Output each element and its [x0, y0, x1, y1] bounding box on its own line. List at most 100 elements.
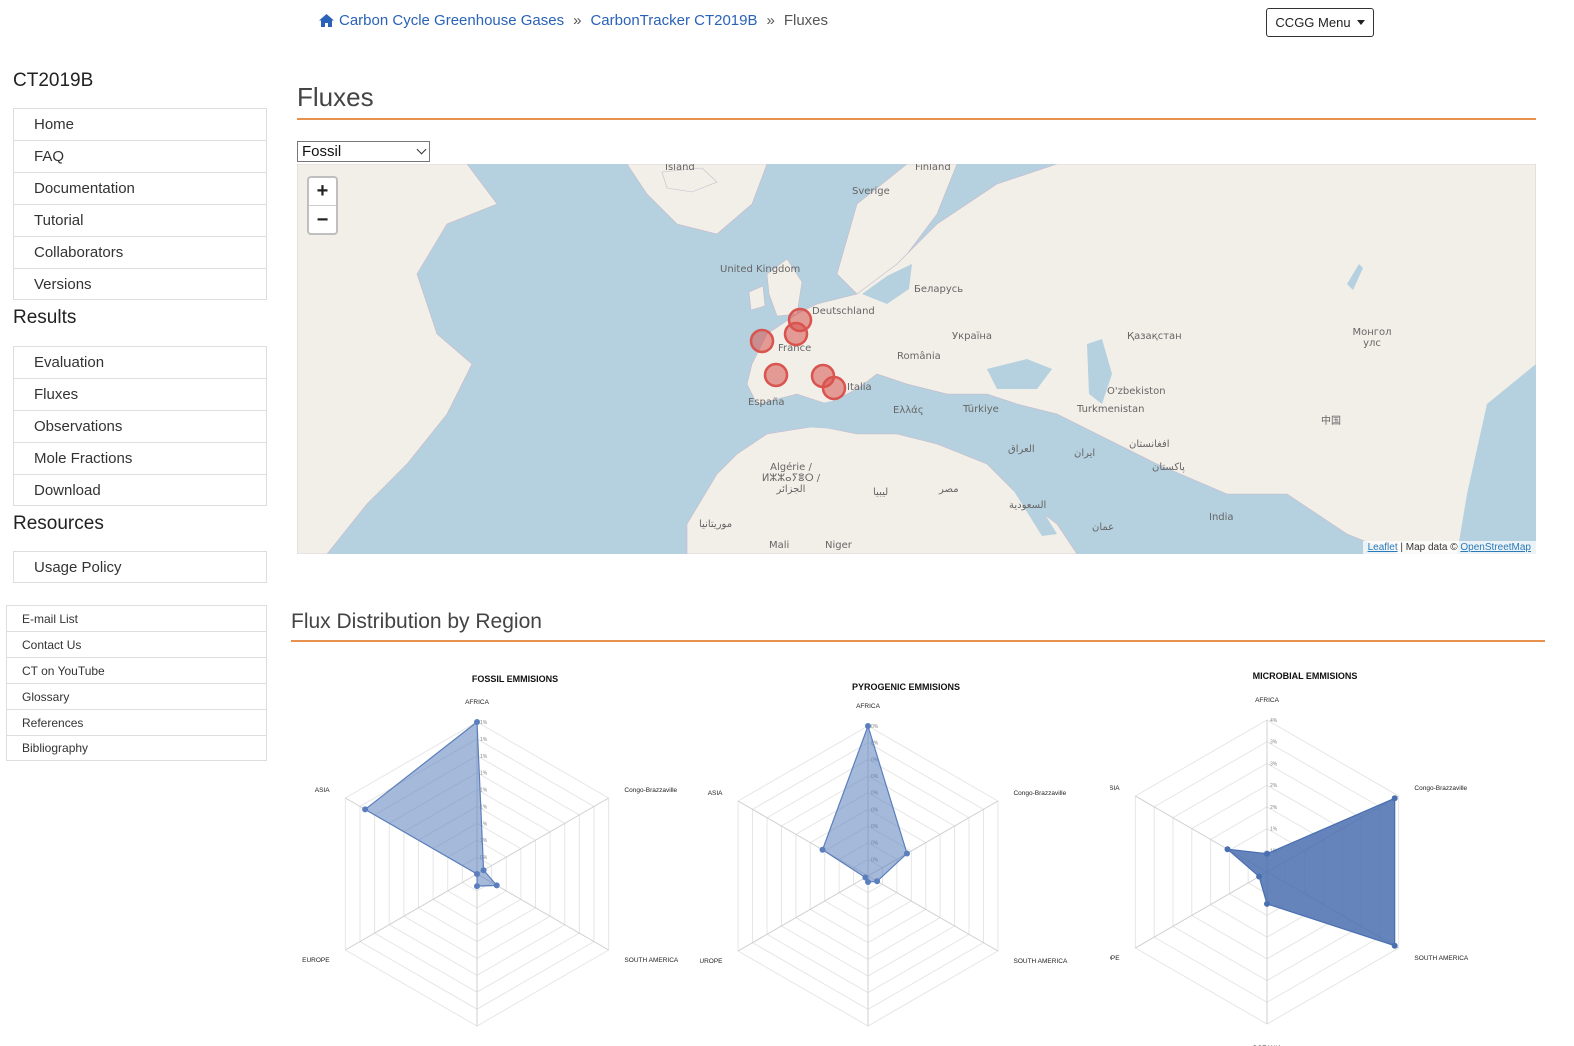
link-email-list[interactable]: E-mail List — [6, 605, 267, 631]
radar-category-label: ASIA — [1110, 785, 1120, 792]
sidebar-item-faq[interactable]: FAQ — [13, 140, 267, 172]
radar-title: MICROBIAL EMMISIONS — [1253, 671, 1358, 681]
results-heading: Results — [13, 307, 77, 328]
radar-point[interactable] — [1391, 795, 1398, 802]
zoom-in-button[interactable]: + — [309, 178, 336, 206]
link-references[interactable]: References — [6, 709, 267, 735]
radar-point[interactable] — [474, 719, 480, 725]
radar-point[interactable] — [474, 871, 480, 877]
sidebar-item-observations[interactable]: Observations — [13, 410, 267, 442]
radar-point[interactable] — [865, 723, 871, 729]
radar-title: PYROGENIC EMMISIONS — [852, 682, 960, 692]
sidebar-item-usage-policy[interactable]: Usage Policy — [13, 551, 267, 583]
radar-title: FOSSIL EMMISIONS — [472, 674, 558, 684]
radar-point[interactable] — [1264, 850, 1270, 857]
radar-tick-label: 3% — [1270, 761, 1278, 767]
radar-spoke — [867, 875, 999, 952]
sidebar-item-mole-fractions[interactable]: Mole Fractions — [13, 442, 267, 474]
caret-down-icon — [1356, 20, 1365, 25]
radar-category-label: SOUTH AMERICA — [1013, 958, 1067, 965]
link-bibliography[interactable]: Bibliography — [6, 735, 267, 761]
map-marker[interactable] — [749, 328, 775, 354]
map-marker[interactable] — [821, 375, 847, 401]
sidebar-item-fluxes[interactable]: Fluxes — [13, 378, 267, 410]
breadcrumb-separator: » — [573, 12, 582, 29]
resources-heading: Resources — [13, 513, 104, 534]
link-ct-youtube[interactable]: CT on YouTube — [6, 657, 267, 683]
radar-tick-label: 4% — [1270, 718, 1278, 724]
link-glossary[interactable]: Glossary — [6, 683, 267, 709]
link-contact-us[interactable]: Contact Us — [6, 631, 267, 657]
resources-nav: Usage Policy — [13, 551, 267, 583]
radar-category-label: EUROPE — [700, 958, 723, 965]
distribution-divider — [291, 640, 1545, 642]
radar-point[interactable] — [1224, 846, 1231, 853]
map-marker[interactable] — [763, 362, 789, 388]
flux-type-select[interactable]: Fossil — [297, 141, 430, 162]
radar-tick-label: 1% — [1270, 827, 1278, 833]
ccgg-menu-label: CCGG Menu — [1275, 15, 1351, 30]
radar-series-area — [1225, 797, 1396, 947]
sidebar-item-versions[interactable]: Versions — [13, 268, 267, 300]
radar-point[interactable] — [493, 882, 500, 889]
radar-chart-pyrogenic: 0%0%0%0%0%0%0%0%0%AFRICACongo-Brazzavill… — [700, 682, 1068, 1027]
radar-chart-fossil: 0%1%1%1%1%1%1%1%1%AFRICACongo-Brazzavill… — [302, 674, 679, 1027]
chevron-down-icon — [416, 144, 427, 155]
sidebar-item-download[interactable]: Download — [13, 474, 267, 506]
extra-links: E-mail List Contact Us CT on YouTube Glo… — [6, 605, 267, 761]
flux-map[interactable]: Ísland Finland Sverige United Kingdom Бе… — [297, 164, 1536, 554]
sidebar-item-documentation[interactable]: Documentation — [13, 172, 267, 204]
radar-category-label: Congo-Brazzaville — [1013, 790, 1066, 797]
leaflet-link[interactable]: Leaflet — [1368, 542, 1398, 553]
radar-spoke — [345, 873, 478, 951]
sidebar-item-collaborators[interactable]: Collaborators — [13, 236, 267, 268]
radar-category-label: EUROPE — [302, 957, 330, 964]
radar-tick-label: 2% — [1270, 805, 1278, 811]
radar-point[interactable] — [362, 806, 369, 813]
osm-link[interactable]: OpenStreetMap — [1460, 542, 1531, 553]
radar-tick-label: 1% — [480, 771, 488, 777]
sidebar-item-tutorial[interactable]: Tutorial — [13, 204, 267, 236]
radar-tick-label: 1% — [480, 720, 488, 726]
radar-point[interactable] — [874, 878, 881, 885]
radar-point[interactable] — [1391, 942, 1398, 949]
radar-category-label: EUROPE — [1110, 955, 1120, 962]
radar-series-area — [821, 724, 908, 883]
map-marker[interactable] — [783, 321, 809, 347]
radar-point[interactable] — [474, 883, 480, 890]
page-title: Fluxes — [297, 82, 374, 112]
map-markers — [749, 307, 847, 401]
radar-point[interactable] — [903, 850, 910, 857]
zoom-out-button[interactable]: − — [309, 206, 336, 234]
zoom-control: + − — [307, 176, 338, 235]
breadcrumb-home-link[interactable]: Carbon Cycle Greenhouse Gases — [339, 12, 564, 29]
radar-point[interactable] — [480, 867, 487, 874]
title-divider — [297, 118, 1536, 120]
map-attribution: Leaflet | Map data © OpenStreetMap — [1362, 541, 1536, 554]
radar-category-label: AFRICA — [856, 703, 881, 710]
radar-point[interactable] — [862, 874, 869, 881]
radar-category-label: ASIA — [315, 787, 330, 794]
distribution-title: Flux Distribution by Region — [291, 610, 542, 633]
radar-point[interactable] — [1264, 900, 1270, 907]
radar-category-label: ASIA — [708, 790, 723, 797]
sidebar-item-evaluation[interactable]: Evaluation — [13, 346, 267, 378]
breadcrumb-parent-link[interactable]: CarbonTracker CT2019B — [590, 12, 757, 29]
radar-category-label: SOUTH AMERICA — [1414, 955, 1468, 962]
radar-tick-label: 1% — [480, 788, 488, 794]
radar-point[interactable] — [819, 846, 826, 853]
radar-category-label: AFRICA — [1255, 697, 1280, 704]
breadcrumb-current: Fluxes — [783, 12, 829, 29]
radar-category-label: AFRICA — [465, 699, 490, 706]
main-nav: Home FAQ Documentation Tutorial Collabor… — [13, 108, 267, 300]
radar-spoke — [476, 797, 609, 875]
site-title: CT2019B — [13, 70, 94, 91]
radar-category-label: SOUTH AMERICA — [624, 957, 678, 964]
radar-chart-microbial: 1%1%2%2%3%3%4%AFRICACongo-BrazzavilleSOU… — [1110, 671, 1469, 1046]
ccgg-menu-button[interactable]: CCGG Menu — [1266, 8, 1374, 37]
radar-category-label: Congo-Brazzaville — [1414, 785, 1467, 792]
sidebar-item-home[interactable]: Home — [13, 108, 267, 140]
radar-point[interactable] — [1256, 873, 1263, 880]
radar-spoke — [737, 875, 869, 952]
breadcrumb-separator: » — [766, 12, 775, 29]
